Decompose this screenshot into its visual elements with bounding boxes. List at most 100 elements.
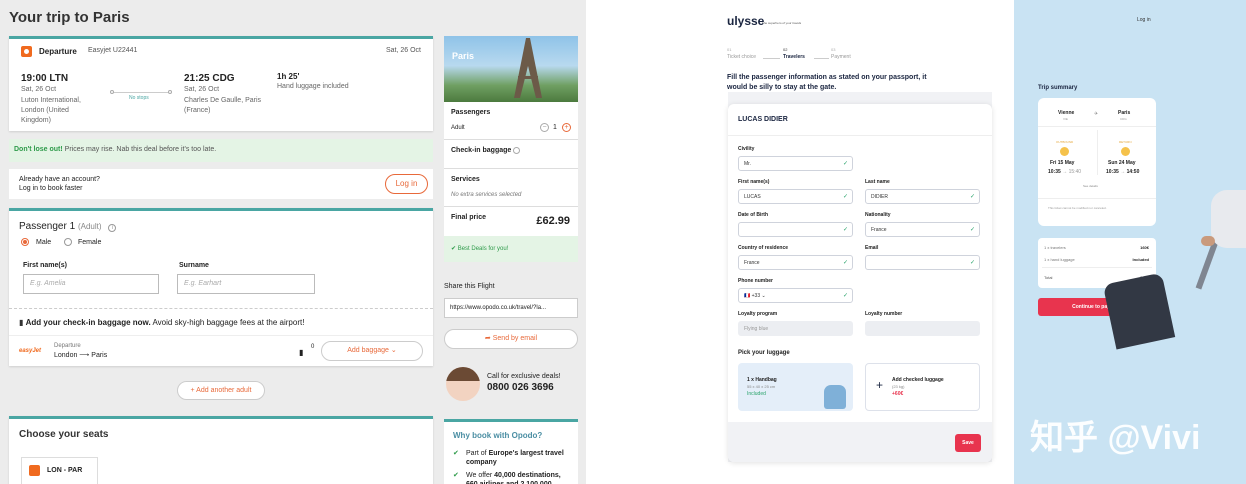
seat-tab[interactable]: LON - PAR bbox=[21, 457, 98, 484]
best-deals-label: Best Deals for you! bbox=[457, 246, 509, 252]
call-label: Call for exclusive deals! bbox=[487, 373, 561, 380]
to-code: CDG bbox=[1120, 117, 1127, 121]
passenger-type: (Adult) bbox=[77, 222, 102, 231]
from-city: Vienne bbox=[1058, 110, 1075, 116]
opodo-booking-panel: Your trip to Paris Departure Easyjet U22… bbox=[0, 0, 586, 484]
first-name-input[interactable]: E.g. Amelia bbox=[23, 274, 159, 294]
passenger-title: Passenger 1 bbox=[19, 221, 76, 232]
save-button[interactable]: Save bbox=[955, 434, 981, 452]
check-icon: ✓ bbox=[842, 293, 848, 299]
step-1[interactable]: Ticket choice bbox=[727, 54, 756, 60]
step-2[interactable]: Travelers bbox=[783, 54, 805, 60]
loyalty-select[interactable]: Flying blue bbox=[738, 321, 853, 336]
divider bbox=[444, 168, 578, 169]
nationality-select[interactable]: France ✓ bbox=[865, 222, 980, 237]
flight-number: Easyjet U22441 bbox=[88, 47, 138, 54]
promo-banner: Don't lose out! Prices may rise. Nab thi… bbox=[9, 139, 433, 162]
phone-input[interactable]: 🇫🇷 +33 ⌄ ✓ bbox=[738, 288, 853, 303]
female-radio[interactable] bbox=[64, 238, 72, 246]
trip-summary-card: Vienne VIE ✈ Paris CDG OUTBOUND Fri 15 M… bbox=[1038, 98, 1156, 226]
passenger-name: LUCAS DIDIER bbox=[738, 116, 788, 123]
send-label: Send by email bbox=[492, 335, 538, 342]
baggage-strong: Add your check-in baggage now. bbox=[25, 318, 151, 327]
chevron-down-icon: ⌄ bbox=[390, 347, 397, 354]
plus-button[interactable]: + bbox=[562, 123, 571, 132]
last-name-value: DIDIER bbox=[871, 194, 888, 200]
phone-label: Phone number bbox=[738, 278, 774, 284]
step-line bbox=[814, 58, 829, 59]
first-name-input[interactable]: LUCAS ✓ bbox=[738, 189, 853, 204]
divider bbox=[1038, 198, 1156, 199]
checked-title: Add checked luggage bbox=[892, 377, 944, 383]
step-1-num: 01 bbox=[727, 47, 732, 52]
why-title: Why book with Opodo? bbox=[453, 431, 543, 440]
male-label: Male bbox=[36, 239, 52, 246]
checkin-label: Check-in baggage bbox=[451, 147, 512, 154]
step-line bbox=[763, 58, 780, 59]
email-input[interactable]: ✓ bbox=[865, 255, 980, 270]
arr-place: Charles De Gaulle, Paris (France) bbox=[184, 97, 262, 114]
plus-icon: + bbox=[876, 378, 884, 392]
account-line1: Already have an account? bbox=[19, 176, 100, 183]
services-label: Services bbox=[451, 176, 480, 183]
phone-number: 0800 026 3696 bbox=[487, 382, 554, 393]
surname-input[interactable]: E.g. Earhart bbox=[177, 274, 315, 294]
country-value: France bbox=[744, 260, 760, 266]
minus-button[interactable]: − bbox=[540, 123, 549, 132]
divider bbox=[728, 135, 992, 136]
loyalty-number-input[interactable] bbox=[865, 321, 980, 336]
divider bbox=[444, 139, 578, 140]
see-details-link[interactable]: See details bbox=[1083, 184, 1098, 188]
divider bbox=[9, 335, 433, 336]
checked-weight: (23 kg) bbox=[892, 384, 905, 389]
login-button[interactable]: Log in bbox=[385, 174, 428, 194]
checked-luggage-option[interactable]: + Add checked luggage (23 kg) +60€ bbox=[865, 363, 980, 411]
civility-select[interactable]: Mr. ✓ bbox=[738, 156, 853, 171]
male-radio[interactable] bbox=[21, 238, 29, 246]
loyalty-label: Loyalty program bbox=[738, 311, 778, 317]
plane-icon bbox=[29, 465, 40, 476]
handbag-title: 1 x Handbag bbox=[747, 377, 777, 383]
send-email-button[interactable]: ➦ Send by email bbox=[444, 329, 578, 349]
send-icon: ➦ bbox=[484, 335, 491, 342]
promo-strong: Don't lose out! bbox=[14, 146, 63, 153]
step-3[interactable]: Payment bbox=[831, 54, 851, 60]
france-flag-icon: 🇫🇷 bbox=[744, 293, 751, 299]
ulysse-booking-panel: ulysse The superhero of your travels 01 … bbox=[632, 0, 1246, 484]
divider bbox=[444, 206, 578, 207]
row-luggage-label: 1 x hand luggage bbox=[1044, 257, 1075, 262]
bag-count-icon: ▮ bbox=[299, 348, 304, 357]
step-3-num: 03 bbox=[831, 47, 836, 52]
divider bbox=[9, 308, 433, 309]
female-label: Female bbox=[78, 239, 102, 246]
departure-date: Sat, 26 Oct bbox=[385, 47, 421, 54]
best-deals-badge: ✔ Best Deals for you! bbox=[444, 236, 578, 262]
no-services: No extra services selected bbox=[451, 192, 522, 198]
why-item-2: We offer 40,000 destinations, 660 airlin… bbox=[466, 471, 574, 484]
nationality-label: Nationality bbox=[865, 212, 891, 218]
country-label: Country of residence bbox=[738, 245, 789, 251]
last-name-input[interactable]: DIDIER ✓ bbox=[865, 189, 980, 204]
seat-route: LON - PAR bbox=[47, 467, 83, 474]
traveler-hand bbox=[1201, 236, 1215, 246]
duration: 1h 25' bbox=[277, 72, 300, 81]
share-url-input[interactable]: https://www.opodo.co.uk/travel/?la... bbox=[444, 298, 578, 318]
seats-title: Choose your seats bbox=[19, 429, 109, 440]
dep-date: Sat, 26 Oct bbox=[21, 86, 57, 93]
route-dot bbox=[110, 90, 114, 94]
eiffel-tower-icon bbox=[514, 38, 542, 98]
ret-arr-time: 14:50 bbox=[1126, 169, 1140, 175]
ret-dep-time: 10:35 bbox=[1106, 169, 1119, 175]
handbag-option[interactable]: 1 x Handbag 55 x 40 x 25 cm Included bbox=[738, 363, 853, 411]
dob-input[interactable]: ✓ bbox=[738, 222, 853, 237]
baggage-promo: ▮ Add your check-in baggage now. Avoid s… bbox=[19, 318, 304, 327]
price-sidebar: Passengers Adult − 1 + Check-in baggage … bbox=[444, 102, 578, 262]
seats-card: Choose your seats LON - PAR bbox=[9, 416, 433, 484]
arr-date: Sat, 26 Oct bbox=[184, 86, 220, 93]
add-adult-button[interactable]: + Add another adult bbox=[177, 381, 265, 400]
check-icon: ✓ bbox=[842, 161, 848, 167]
passenger-heading: Passenger 1 (Adult) i bbox=[19, 221, 117, 232]
country-select[interactable]: France ✓ bbox=[738, 255, 853, 270]
login-link[interactable]: Log in bbox=[1137, 17, 1151, 23]
add-baggage-button[interactable]: Add baggage ⌄ bbox=[321, 341, 423, 361]
